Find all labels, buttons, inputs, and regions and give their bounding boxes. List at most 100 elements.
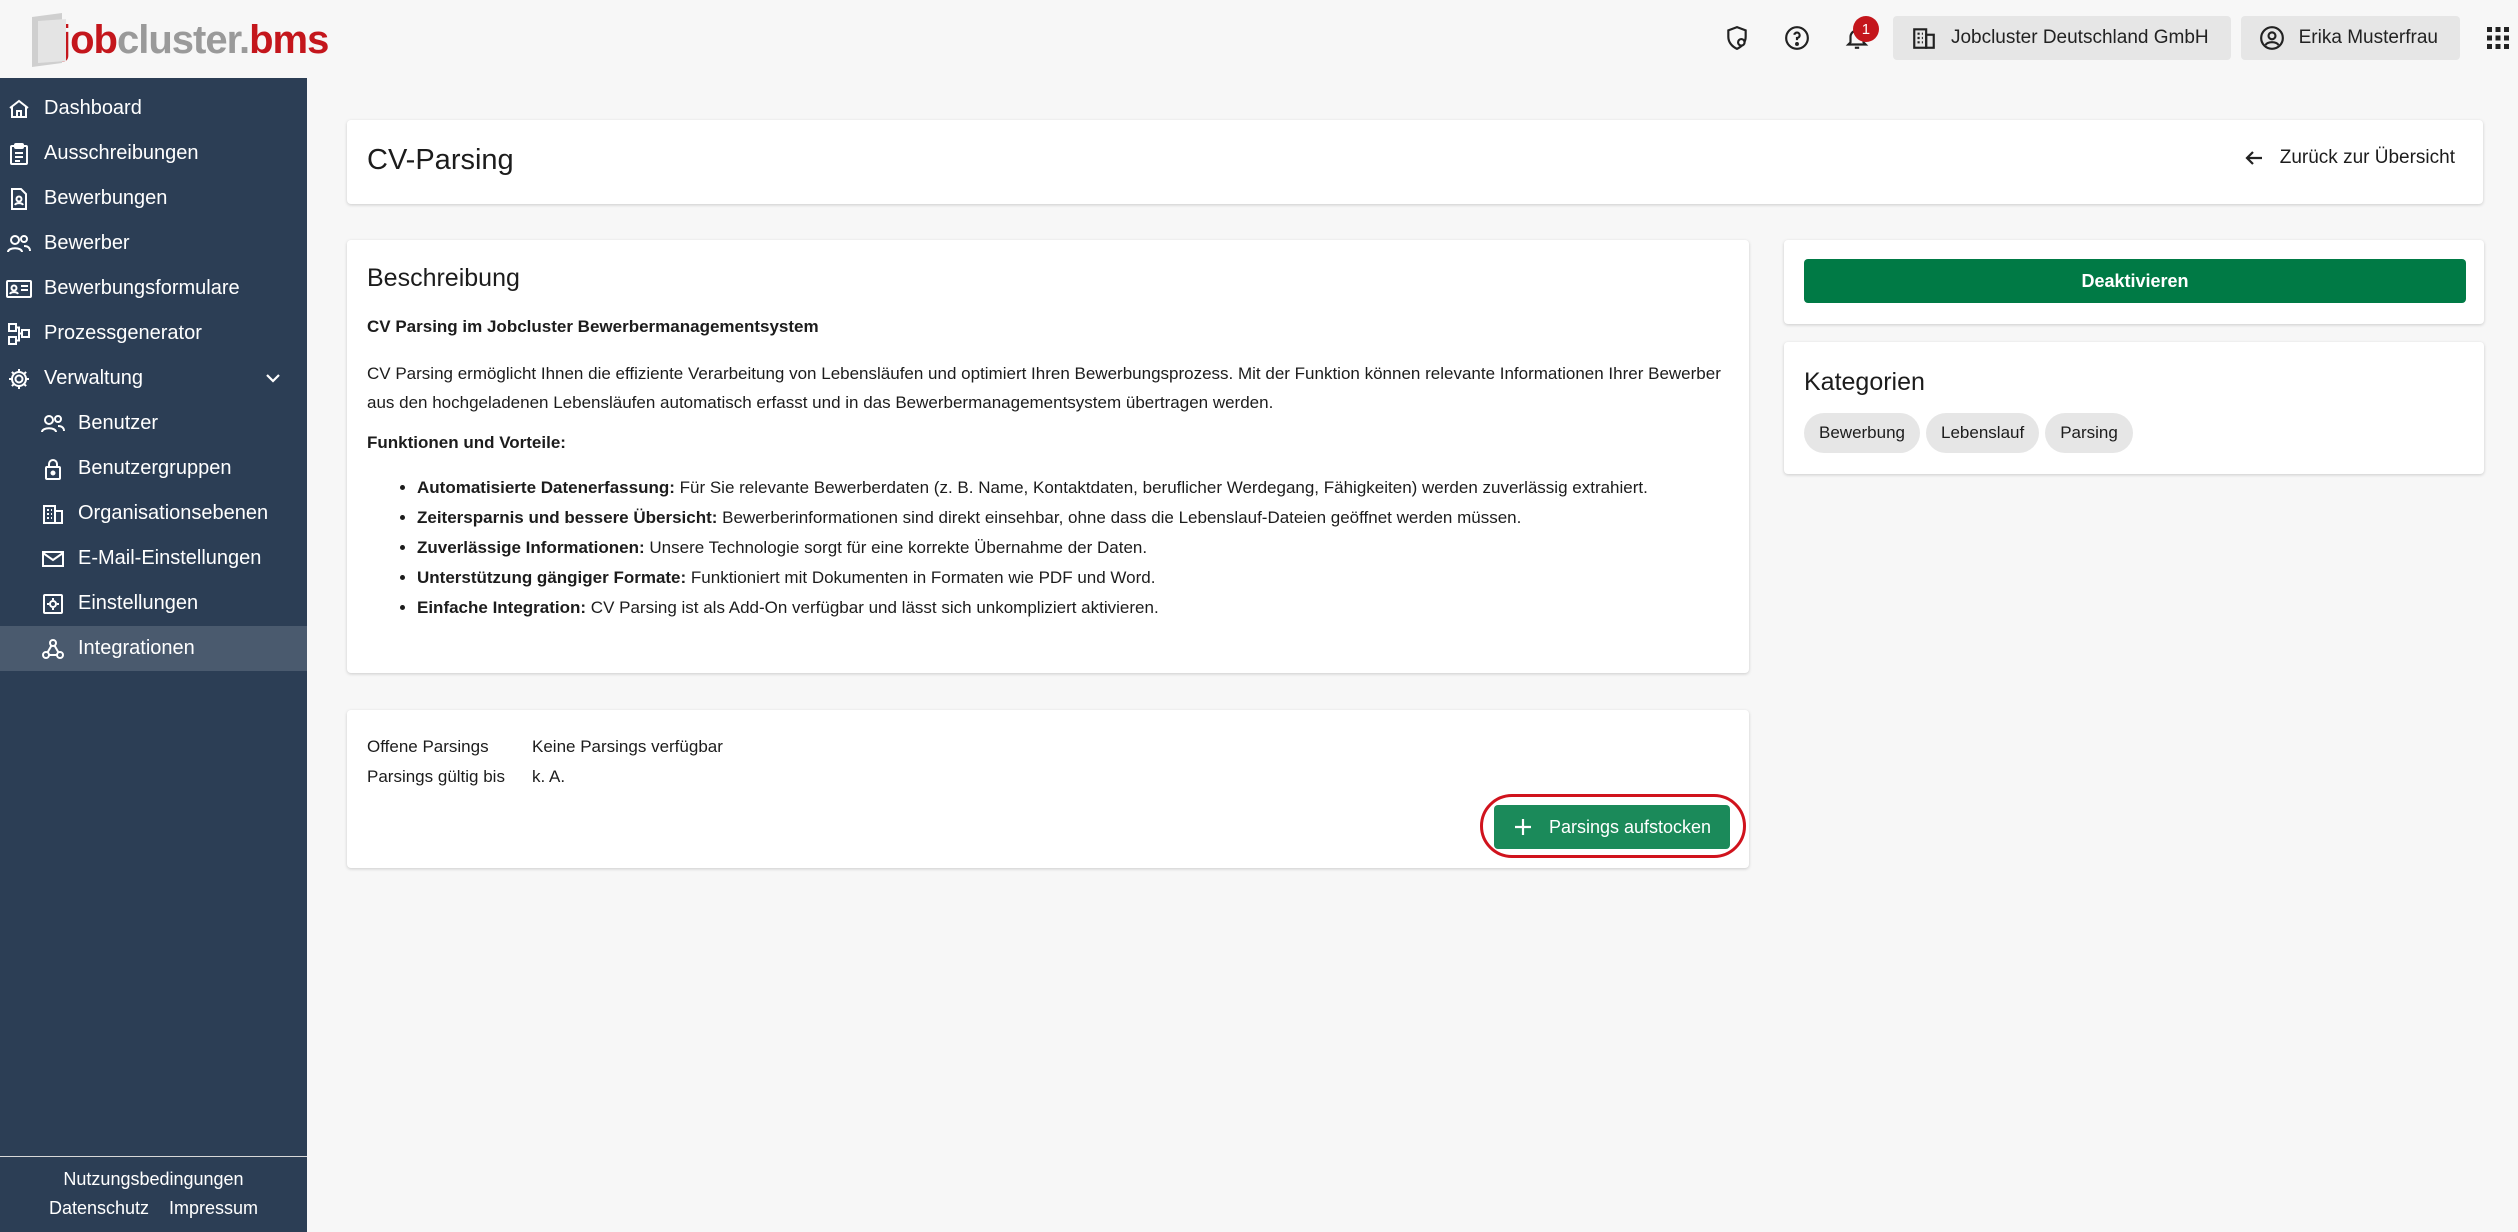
security-settings-button[interactable]	[1713, 14, 1761, 62]
feature-text: Für Sie relevante Bewerberdaten (z. B. N…	[674, 478, 1648, 497]
features-list: Automatisierte Datenerfassung: Für Sie r…	[417, 473, 1729, 623]
feature-title: Unterstützung gängiger Formate:	[417, 568, 687, 587]
lock-icon	[45, 458, 61, 480]
sidebar-item-label: E-Mail-Einstellungen	[78, 547, 262, 569]
feature-text: Unsere Technologie sorgt für eine korrek…	[644, 538, 1148, 557]
gear-icon	[9, 368, 29, 389]
terms-link[interactable]: Nutzungsbedingungen	[63, 1169, 243, 1189]
sidebar: Dashboard Ausschreibungen Bewerbungen Be…	[0, 78, 307, 1232]
sidebar-item-label: Integrationen	[78, 637, 195, 659]
open-parsings-value: Keine Parsings verfügbar	[532, 737, 723, 756]
back-label: Zurück zur Übersicht	[2279, 147, 2455, 168]
building-icon	[1913, 28, 1935, 49]
description-paragraph: CV Parsing ermöglicht Ihnen die effizien…	[367, 364, 1721, 412]
document-user-icon	[11, 187, 27, 210]
sidebar-item-verwaltung[interactable]: Verwaltung	[0, 356, 307, 401]
settings-box-icon	[43, 593, 63, 614]
logo-mark-icon	[22, 9, 84, 71]
logo-text-cluster: cluster	[116, 17, 240, 62]
categories-card: Kategorien Bewerbung Lebenslauf Parsing	[1784, 342, 2484, 474]
sidebar-item-benutzer[interactable]: Benutzer	[0, 401, 307, 446]
sidebar-item-email-einstellungen[interactable]: E-Mail-Einstellungen	[0, 536, 307, 581]
building-icon	[43, 504, 63, 524]
plus-icon	[1514, 819, 1531, 835]
add-parsings-label: Parsings aufstocken	[1548, 816, 1712, 837]
feature-title: Automatisierte Datenerfassung:	[417, 478, 675, 497]
open-parsings-label: Offene Parsings	[367, 737, 489, 756]
feature-text: Funktioniert mit Dokumenten in Formaten …	[686, 568, 1156, 587]
category-chip[interactable]: Bewerbung	[1804, 413, 1921, 453]
sidebar-item-label: Verwaltung	[44, 367, 143, 389]
sidebar-item-label: Bewerbungen	[44, 187, 168, 209]
categories-heading: Kategorien	[1804, 368, 1925, 396]
features-title: Funktionen und Vorteile:	[367, 433, 566, 452]
user-name: Erika Musterfrau	[2298, 27, 2438, 48]
help-icon	[1785, 26, 1809, 50]
add-parsings-button[interactable]: Parsings aufstocken	[1494, 805, 1730, 849]
sidebar-item-bewerber[interactable]: Bewerber	[0, 221, 307, 266]
sidebar-item-label: Bewerbungsformulare	[44, 277, 240, 299]
sidebar-item-organisationsebenen[interactable]: Organisationsebenen	[0, 491, 307, 536]
sidebar-item-prozessgenerator[interactable]: Prozessgenerator	[0, 311, 307, 356]
logo-text-bms: bms	[249, 17, 329, 62]
home-icon	[9, 99, 29, 118]
apps-grid-icon	[2487, 27, 2509, 49]
logo-text-dot: .	[238, 17, 250, 62]
deactivate-button[interactable]: Deaktivieren	[1804, 259, 2466, 303]
shield-gear-icon	[1727, 26, 1747, 51]
clipboard-icon	[10, 142, 28, 165]
sidebar-item-label: Bewerber	[44, 232, 130, 254]
feature-text: Bewerberinformationen sind direkt einseh…	[717, 508, 1522, 527]
sidebar-item-label: Dashboard	[44, 97, 142, 119]
sidebar-item-dashboard[interactable]: Dashboard	[0, 86, 307, 131]
feature-title: Zeitersparnis und bessere Übersicht:	[417, 508, 718, 527]
account-circle-icon	[2259, 26, 2284, 50]
list-item: Zuverlässige Informationen: Unsere Techn…	[417, 533, 1729, 563]
description-card: Beschreibung CV Parsing im Jobcluster Be…	[347, 240, 1749, 673]
category-chip[interactable]: Parsing	[2045, 413, 2133, 453]
arrow-left-icon	[2245, 151, 2262, 165]
company-selector[interactable]: Jobcluster Deutschland GmbH	[1892, 16, 2231, 60]
apps-menu-button[interactable]	[2478, 14, 2518, 62]
imprint-link[interactable]: Impressum	[169, 1198, 258, 1218]
sidebar-item-benutzergruppen[interactable]: Benutzergruppen	[0, 446, 307, 491]
company-name: Jobcluster Deutschland GmbH	[1950, 27, 2209, 48]
page-header-card: CV-Parsing Zurück zur Übersicht	[347, 120, 2483, 204]
sidebar-item-label: Einstellungen	[78, 592, 199, 614]
feature-title: Zuverlässige Informationen:	[417, 538, 645, 557]
sidebar-item-label: Benutzer	[78, 412, 159, 434]
privacy-link[interactable]: Datenschutz	[49, 1198, 149, 1218]
users-icon	[41, 414, 65, 432]
help-button[interactable]	[1773, 14, 1821, 62]
sidebar-item-label: Benutzergruppen	[78, 457, 232, 479]
sidebar-footer: Nutzungsbedingungen Datenschutz Impressum	[0, 1156, 307, 1232]
webhook-icon	[42, 638, 64, 659]
list-item: Einfache Integration: CV Parsing ist als…	[417, 593, 1729, 623]
page-title: CV-Parsing	[367, 144, 514, 176]
notification-badge: 1	[1852, 16, 1879, 42]
sidebar-item-label: Organisationsebenen	[78, 502, 269, 524]
feature-title: Einfache Integration:	[417, 598, 587, 617]
feature-text: CV Parsing ist als Add-On verfügbar und …	[586, 598, 1159, 617]
sidebar-item-ausschreibungen[interactable]: Ausschreibungen	[0, 131, 307, 176]
user-menu-button[interactable]: Erika Musterfrau	[2240, 16, 2460, 60]
actions-card: Deaktivieren	[1784, 240, 2484, 324]
notifications-button[interactable]: 1	[1833, 14, 1881, 62]
flow-icon	[8, 322, 30, 345]
jobcluster-logo[interactable]: jobcluster.bms	[22, 8, 329, 72]
category-chip[interactable]: Lebenslauf	[1926, 413, 2040, 453]
id-card-icon	[6, 279, 32, 298]
sidebar-item-label: Ausschreibungen	[44, 142, 199, 164]
description-heading: Beschreibung	[367, 264, 520, 292]
chevron-down-icon[interactable]	[263, 368, 283, 388]
list-item: Zeitersparnis und bessere Übersicht: Bew…	[417, 503, 1729, 533]
sidebar-item-bewerbungsformulare[interactable]: Bewerbungsformulare	[0, 266, 307, 311]
sidebar-item-einstellungen[interactable]: Einstellungen	[0, 581, 307, 626]
list-item: Unterstützung gängiger Formate: Funktion…	[417, 563, 1729, 593]
mail-icon	[42, 550, 64, 567]
list-item: Automatisierte Datenerfassung: Für Sie r…	[417, 473, 1729, 503]
sidebar-item-bewerbungen[interactable]: Bewerbungen	[0, 176, 307, 221]
sidebar-item-integrationen[interactable]: Integrationen	[0, 626, 307, 671]
back-to-overview-button[interactable]: Zurück zur Übersicht	[2242, 146, 2455, 170]
valid-until-label: Parsings gültig bis	[367, 767, 505, 786]
